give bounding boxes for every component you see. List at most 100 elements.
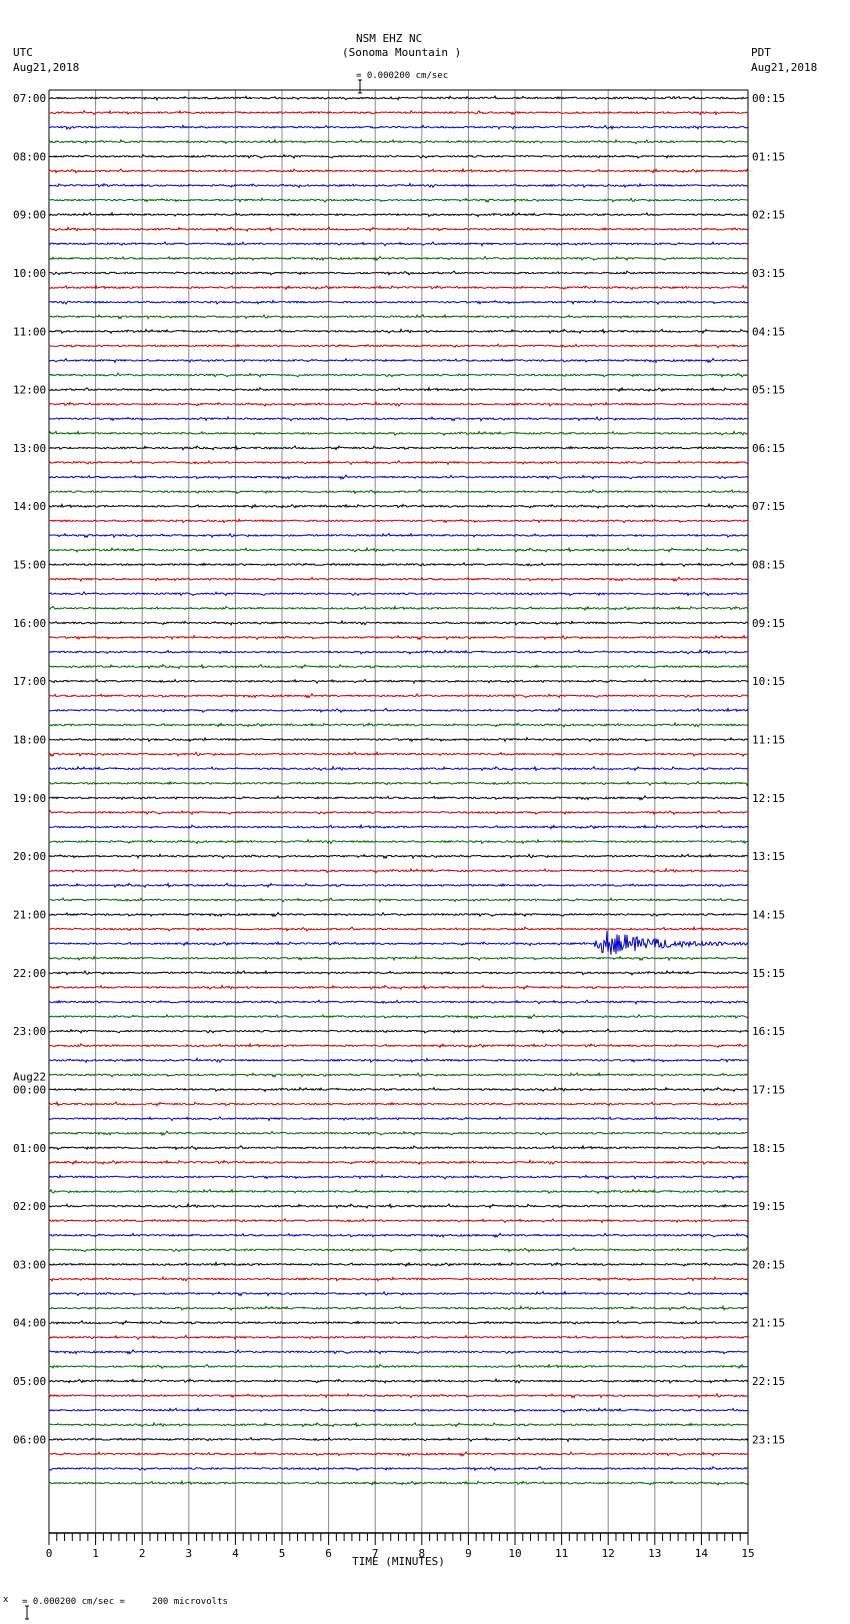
right-hour-label: 22:15 [752,1375,785,1388]
trace-56 [48,911,749,918]
trace-6 [48,182,749,189]
trace-83 [48,1304,749,1312]
trace-12 [48,270,749,276]
trace-35 [48,604,749,612]
left-hour-label: 06:00 [13,1433,46,1446]
trace-3 [48,138,749,145]
x-tick-label: 12 [602,1547,615,1560]
trace-20 [48,386,749,393]
trace-57 [48,925,749,932]
trace-42 [48,707,749,714]
right-hour-label: 20:15 [752,1258,785,1271]
right-hour-label: 08:15 [752,559,785,572]
trace-31 [48,546,749,553]
trace-41 [48,692,749,699]
trace-30 [48,532,749,539]
footer-marker: x [3,1595,9,1605]
trace-24 [48,444,749,451]
x-tick-label: 10 [508,1547,521,1560]
right-hour-label: 11:15 [752,734,785,747]
trace-47 [48,780,749,787]
trace-69 [48,1100,748,1107]
trace-10 [48,241,749,247]
trace-17 [48,343,748,349]
trace-74 [48,1173,749,1180]
trace-49 [48,809,749,816]
trace-19 [48,372,748,378]
trace-76 [48,1202,749,1209]
trace-71 [48,1130,749,1137]
trace-18 [48,357,749,364]
trace-13 [48,284,749,291]
trace-15 [48,313,749,320]
left-hour-label: 23:00 [13,1025,46,1038]
right-hour-label: 06:15 [752,442,785,455]
trace-79 [48,1247,749,1253]
trace-28 [48,502,749,510]
x-tick-label: 5 [279,1547,286,1560]
left-hour-label: 01:00 [13,1142,46,1155]
left-hour-label: 10:00 [13,267,46,280]
trace-14 [48,299,749,305]
trace-5 [48,167,749,174]
trace-54 [48,882,749,889]
right-hour-label: 17:15 [752,1083,785,1096]
x-tick-label: 1 [92,1547,99,1560]
trace-58 [48,930,749,955]
trace-11 [48,255,749,262]
trace-23 [48,430,749,437]
trace-89 [48,1392,749,1399]
left-hour-label: 04:00 [13,1317,46,1330]
trace-59 [48,955,749,962]
trace-46 [48,765,749,772]
trace-64 [48,1028,749,1035]
left-hour-label: 15:00 [13,559,46,572]
trace-43 [48,721,749,728]
trace-72 [48,1144,749,1151]
x-tick-label: 13 [648,1547,661,1560]
x-tick-label: 3 [185,1547,192,1560]
left-hour-label: 17:00 [13,675,46,688]
helicorder-plot: 07:00 08:00 09:00 10:00 11:00 12:00 13:00 14:00… [13,89,785,1568]
left-hour-label: 03:00 [13,1258,46,1271]
trace-22 [48,415,749,422]
trace-82 [48,1290,749,1297]
x-tick-label: 15 [741,1547,754,1560]
right-hour-label: 02:15 [752,209,785,222]
trace-51 [48,838,749,845]
trace-75 [48,1188,749,1195]
footer-scale-note: = 0.000200 cm/sec = 200 microvolts [22,1597,228,1607]
trace-8 [48,211,749,218]
x-tick-label: 14 [695,1547,709,1560]
trace-73 [48,1159,749,1166]
left-hour-label: 05:00 [13,1375,46,1388]
trace-39 [48,663,749,670]
left-hour-label: 14:00 [13,500,46,513]
trace-32 [48,561,748,568]
trace-80 [48,1261,749,1268]
left-hour-label: 02:00 [13,1200,46,1213]
trace-48 [48,794,749,801]
left-hour-label: 13:00 [13,442,46,455]
right-hour-label: 09:15 [752,617,785,630]
trace-26 [48,474,749,481]
trace-68 [48,1086,749,1093]
trace-9 [48,226,749,233]
trace-40 [48,678,749,685]
trace-52 [48,852,749,860]
trace-87 [48,1363,749,1370]
trace-77 [48,1217,749,1224]
trace-0 [48,95,749,102]
trace-84 [48,1319,748,1326]
trace-61 [48,984,749,991]
x-tick-label: 11 [555,1547,568,1560]
left-hour-label: 22:00 [13,967,46,980]
trace-53 [48,867,749,874]
trace-38 [48,648,748,656]
trace-2 [48,124,749,131]
right-hour-label: 00:15 [752,92,785,105]
x-tick-label: 0 [46,1547,53,1560]
trace-16 [48,327,749,335]
trace-86 [48,1348,749,1355]
trace-45 [48,751,749,758]
